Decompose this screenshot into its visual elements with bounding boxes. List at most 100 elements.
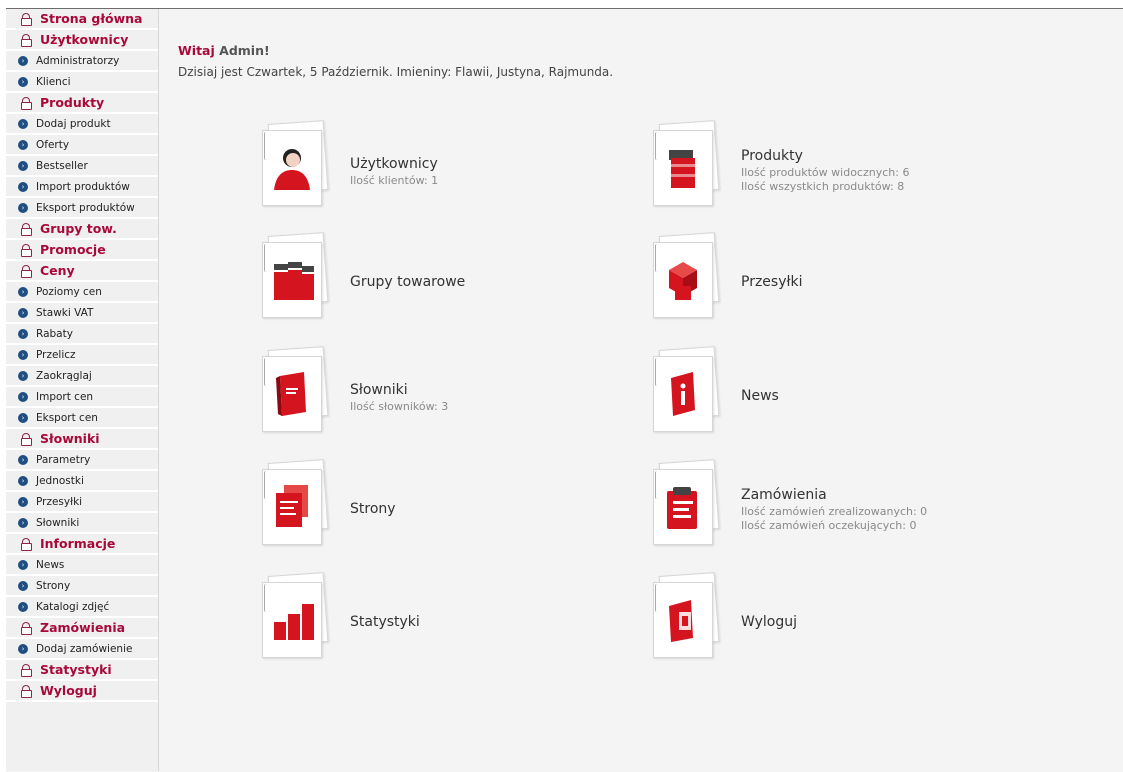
- welcome-word: Witaj: [178, 43, 215, 58]
- sidebar-item-przelicz[interactable]: › Przelicz: [6, 345, 158, 366]
- lock-icon: [20, 96, 32, 110]
- pages-icon[interactable]: [252, 459, 329, 545]
- tile-title[interactable]: News: [741, 388, 779, 404]
- lock-icon: [20, 432, 32, 446]
- sidebar-item-label: News: [36, 558, 65, 571]
- sidebar-item-label: Przesyłki: [36, 495, 83, 508]
- sidebar-item-strona-glowna[interactable]: Strona główna: [6, 9, 158, 30]
- products-icon[interactable]: [643, 120, 720, 206]
- sidebar-item-klienci[interactable]: › Klienci: [6, 72, 158, 93]
- sidebar-item-news[interactable]: › News: [6, 555, 158, 576]
- tile-statystyki[interactable]: Statystyki: [252, 572, 632, 674]
- tile-slowniki[interactable]: Słowniki Ilość słowników: 3: [252, 346, 632, 448]
- arrow-bullet-icon: ›: [18, 517, 28, 528]
- sidebar-item-eksport-produktow[interactable]: › Eksport produktów: [6, 198, 158, 219]
- sidebar-item-slowniki-sub[interactable]: › Słowniki: [6, 513, 158, 534]
- tile-title[interactable]: Słowniki: [350, 382, 408, 398]
- welcome-user: Admin!: [219, 43, 270, 58]
- logout-icon[interactable]: [643, 572, 720, 658]
- sidebar-item-produkty[interactable]: Produkty: [6, 93, 158, 114]
- tile-grupy-towarowe[interactable]: Grupy towarowe: [252, 232, 632, 334]
- sidebar-item-administratorzy[interactable]: › Administratorzy: [6, 51, 158, 72]
- sidebar-item-poziomy-cen[interactable]: › Poziomy cen: [6, 282, 158, 303]
- tile-stat-line: Ilość klientów: 1: [350, 174, 439, 187]
- lock-icon: [20, 264, 32, 278]
- orders-icon[interactable]: [643, 459, 720, 545]
- sidebar-item-jednostki[interactable]: › Jednostki: [6, 471, 158, 492]
- sidebar-item-katalogi-zdjec[interactable]: › Katalogi zdjęć: [6, 597, 158, 618]
- lock-icon: [20, 537, 32, 551]
- sidebar-item-label: Zaokrąglaj: [36, 369, 92, 382]
- tile-produkty[interactable]: Produkty Ilość produktów widocznych: 6 Ilo…: [643, 120, 1023, 222]
- sidebar-item-label: Eksport cen: [36, 411, 98, 424]
- news-icon[interactable]: [643, 346, 720, 432]
- sidebar-item-zaokraglaj[interactable]: › Zaokrąglaj: [6, 366, 158, 387]
- dictionary-icon[interactable]: [252, 346, 329, 432]
- sidebar-item-promocje[interactable]: Promocje: [6, 240, 158, 261]
- arrow-bullet-icon: ›: [18, 601, 28, 612]
- sidebar-item-dodaj-produkt[interactable]: › Dodaj produkt: [6, 114, 158, 135]
- date-line: Dzisiaj jest Czwartek, 5 Październik. Im…: [178, 65, 614, 79]
- tile-title[interactable]: Strony: [350, 501, 396, 517]
- sidebar-item-label: Eksport produktów: [36, 201, 135, 214]
- sidebar-item-przesylki[interactable]: › Przesyłki: [6, 492, 158, 513]
- sidebar-item-rabaty[interactable]: › Rabaty: [6, 324, 158, 345]
- sidebar-item-bestseller[interactable]: › Bestseller: [6, 156, 158, 177]
- sidebar-item-zamowienia[interactable]: Zamówienia: [6, 618, 158, 639]
- tile-title[interactable]: Przesyłki: [741, 274, 802, 290]
- arrow-bullet-icon: ›: [18, 349, 28, 360]
- sidebar-item-slowniki[interactable]: Słowniki: [6, 429, 158, 450]
- sidebar-item-label: Słowniki: [36, 516, 80, 529]
- arrow-bullet-icon: ›: [18, 328, 28, 339]
- product-groups-icon[interactable]: [252, 232, 329, 318]
- tile-uzytkownicy[interactable]: Użytkownicy Ilość klientów: 1: [252, 120, 632, 222]
- sidebar-item-statystyki[interactable]: Statystyki: [6, 660, 158, 681]
- sidebar-item-import-cen[interactable]: › Import cen: [6, 387, 158, 408]
- sidebar-item-label: Użytkownicy: [40, 32, 129, 47]
- arrow-bullet-icon: ›: [18, 181, 28, 192]
- arrow-bullet-icon: ›: [18, 55, 28, 66]
- tile-news[interactable]: News: [643, 346, 1023, 448]
- sidebar-item-ceny[interactable]: Ceny: [6, 261, 158, 282]
- statistics-icon[interactable]: [252, 572, 329, 658]
- sidebar-item-strony[interactable]: › Strony: [6, 576, 158, 597]
- arrow-bullet-icon: ›: [18, 475, 28, 486]
- arrow-bullet-icon: ›: [18, 160, 28, 171]
- sidebar-item-uzytkownicy[interactable]: Użytkownicy: [6, 30, 158, 51]
- sidebar-item-oferty[interactable]: › Oferty: [6, 135, 158, 156]
- lock-icon: [20, 684, 32, 698]
- arrow-bullet-icon: ›: [18, 391, 28, 402]
- sidebar-item-label: Promocje: [40, 242, 106, 257]
- sidebar-item-parametry[interactable]: › Parametry: [6, 450, 158, 471]
- tile-title[interactable]: Statystyki: [350, 614, 420, 630]
- sidebar-item-grupy-tow[interactable]: Grupy tow.: [6, 219, 158, 240]
- arrow-bullet-icon: ›: [18, 559, 28, 570]
- arrow-bullet-icon: ›: [18, 496, 28, 507]
- sidebar-item-label: Bestseller: [36, 159, 88, 172]
- tile-title[interactable]: Grupy towarowe: [350, 274, 465, 290]
- tile-strony[interactable]: Strony: [252, 459, 632, 561]
- sidebar-item-label: Poziomy cen: [36, 285, 102, 298]
- arrow-bullet-icon: ›: [18, 139, 28, 150]
- sidebar-item-stawki-vat[interactable]: › Stawki VAT: [6, 303, 158, 324]
- sidebar-item-dodaj-zamowienie[interactable]: › Dodaj zamówienie: [6, 639, 158, 660]
- lock-icon: [20, 621, 32, 635]
- sidebar-item-import-produktow[interactable]: › Import produktów: [6, 177, 158, 198]
- tile-przesylki[interactable]: Przesyłki: [643, 232, 1023, 334]
- tile-title[interactable]: Zamówienia: [741, 487, 827, 503]
- sidebar-item-label: Oferty: [36, 138, 70, 151]
- tile-title[interactable]: Produkty: [741, 148, 803, 164]
- tile-zamowienia[interactable]: Zamówienia Ilość zamówień zrealizowanych:…: [643, 459, 1023, 561]
- user-icon[interactable]: [252, 120, 329, 206]
- sidebar-item-wyloguj[interactable]: Wyloguj: [6, 681, 158, 702]
- sidebar-item-eksport-cen[interactable]: › Eksport cen: [6, 408, 158, 429]
- lock-icon: [20, 222, 32, 236]
- sidebar-item-label: Stawki VAT: [36, 306, 94, 319]
- tile-title[interactable]: Użytkownicy: [350, 156, 438, 172]
- sidebar-item-informacje[interactable]: Informacje: [6, 534, 158, 555]
- packages-icon[interactable]: [643, 232, 720, 318]
- tile-title[interactable]: Wyloguj: [741, 614, 797, 630]
- tile-wyloguj[interactable]: Wyloguj: [643, 572, 1023, 674]
- sidebar-item-label: Zamówienia: [40, 620, 126, 635]
- arrow-bullet-icon: ›: [18, 76, 28, 87]
